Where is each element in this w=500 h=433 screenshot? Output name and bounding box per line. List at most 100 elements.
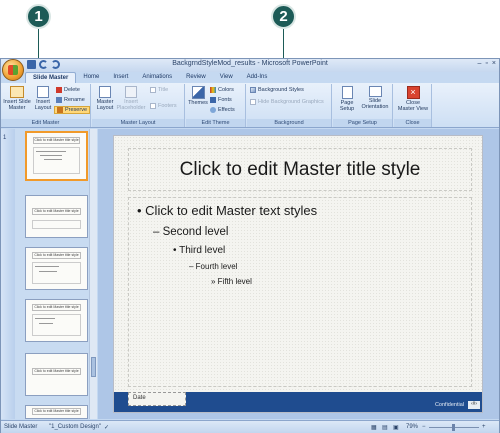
thumbnail-body bbox=[32, 262, 81, 284]
insert-placeholder-button[interactable]: Insert Placeholder bbox=[116, 86, 146, 111]
zoom-slider-handle[interactable] bbox=[452, 424, 455, 431]
background-styles-icon bbox=[250, 87, 256, 93]
checkbox-icon bbox=[150, 87, 156, 93]
fonts-button[interactable]: Fonts bbox=[210, 96, 232, 104]
slide-number-placeholder[interactable]: ‹#› bbox=[468, 401, 480, 409]
group-label-close: Close bbox=[394, 119, 431, 127]
group-label-master-layout: Master Layout bbox=[92, 119, 184, 127]
themes-button[interactable]: Themes bbox=[188, 86, 208, 106]
checkbox-icon bbox=[150, 103, 156, 109]
rename-button[interactable]: Rename bbox=[56, 96, 85, 104]
normal-view-icon[interactable]: ▦ bbox=[371, 424, 377, 431]
tab-slide-master[interactable]: Slide Master bbox=[25, 72, 77, 83]
layout-icon bbox=[37, 86, 49, 98]
delete-button[interactable]: Delete bbox=[56, 86, 80, 94]
master-layout-button[interactable]: Master Layout bbox=[94, 86, 116, 111]
text-level-5: » Fifth level bbox=[211, 277, 252, 286]
text-level-1: • Click to edit Master text styles bbox=[137, 203, 318, 218]
insert-layout-button[interactable]: Insert Layout bbox=[32, 86, 54, 111]
text-level-1-label: Click to edit Master text styles bbox=[145, 203, 318, 218]
tab-add-ins[interactable]: Add-Ins bbox=[240, 72, 275, 83]
zoom-level[interactable]: 79% bbox=[406, 424, 418, 430]
date-placeholder[interactable]: Date bbox=[128, 392, 186, 406]
thumbnail-scrollbar[interactable] bbox=[89, 129, 97, 419]
page-setup-icon bbox=[341, 86, 353, 99]
title-placeholder[interactable]: Click to edit Master title style bbox=[128, 148, 472, 191]
thumbnail-title: Click to edit Master title style bbox=[32, 368, 81, 375]
thumbnail-line bbox=[44, 159, 62, 160]
thumbnail-layout[interactable]: Click to edit Master title style bbox=[25, 247, 88, 290]
thumbnail-body bbox=[32, 220, 81, 229]
group-edit-theme: Themes Colors Fonts Effects Edit Theme bbox=[186, 84, 246, 127]
screenshot-root: 1 2 BackgrndStyleMod_results - Microsoft… bbox=[0, 0, 500, 433]
preserve-button[interactable]: Preserve bbox=[54, 106, 91, 114]
scrollbar-thumb[interactable] bbox=[91, 357, 96, 377]
text-level-3-label: Third level bbox=[179, 245, 226, 256]
thumbnail-title: Click to edit Master title style bbox=[32, 208, 81, 215]
group-label-edit-theme: Edit Theme bbox=[186, 119, 245, 127]
callout-2-badge: 2 bbox=[271, 4, 296, 29]
page-setup-button[interactable]: Page Setup bbox=[336, 86, 358, 112]
slide-master-canvas[interactable]: Click to edit Master title style • Click… bbox=[113, 135, 483, 413]
fonts-icon bbox=[210, 97, 216, 103]
insert-slide-master-button[interactable]: Insert Slide Master bbox=[3, 86, 31, 111]
close-master-view-button[interactable]: × Close Master View bbox=[397, 86, 429, 112]
zoom-in-button[interactable]: + bbox=[482, 424, 486, 430]
sorter-view-icon[interactable]: ▤ bbox=[382, 424, 388, 431]
slide-orientation-button[interactable]: Slide Orientation bbox=[360, 86, 390, 110]
thumbnail-title: Click to edit Master title style bbox=[32, 408, 81, 415]
thumbnail-layout[interactable]: Click to edit Master title style bbox=[25, 299, 88, 342]
group-label-page-setup: Page Setup bbox=[333, 119, 392, 127]
effects-icon bbox=[210, 107, 216, 113]
minimize-button[interactable]: – bbox=[478, 60, 482, 67]
effects-button[interactable]: Effects bbox=[210, 106, 235, 114]
maximize-button[interactable]: ▫ bbox=[485, 60, 487, 67]
footers-checkbox[interactable]: Footers bbox=[150, 102, 177, 110]
colors-button[interactable]: Colors bbox=[210, 86, 234, 94]
close-window-button[interactable]: × bbox=[492, 60, 496, 67]
text-level-2-label: Second level bbox=[162, 226, 229, 238]
status-mode: Slide Master bbox=[4, 424, 38, 430]
thumbnail-line bbox=[40, 155, 62, 156]
thumbnail-line bbox=[39, 271, 57, 272]
tab-animations[interactable]: Animations bbox=[135, 72, 179, 83]
close-icon: × bbox=[406, 86, 420, 99]
title-bar: BackgrndStyleMod_results - Microsoft Pow… bbox=[1, 59, 499, 72]
thumbnail-title: Click to edit Master title style bbox=[32, 252, 81, 259]
thumbnail-slide-master[interactable]: Click to edit Master title style bbox=[25, 131, 88, 181]
checkbox-icon bbox=[250, 99, 256, 105]
tab-home[interactable]: Home bbox=[76, 72, 106, 83]
hide-background-graphics-checkbox[interactable]: Hide Background Graphics bbox=[250, 98, 324, 106]
title-checkbox[interactable]: Title bbox=[150, 86, 168, 94]
themes-icon bbox=[191, 86, 205, 99]
footer-confidential: Confidential bbox=[434, 402, 464, 408]
thumbnail-gutter bbox=[1, 129, 15, 419]
ribbon: Insert Slide Master Insert Layout Delete… bbox=[1, 83, 499, 128]
tab-view[interactable]: View bbox=[213, 72, 240, 83]
ribbon-tabs: Slide Master Home Insert Animations Revi… bbox=[25, 72, 274, 83]
spellcheck-icon: ✓ bbox=[104, 425, 110, 431]
thumbnail-line bbox=[35, 266, 59, 267]
pin-icon bbox=[57, 107, 63, 113]
body-placeholder[interactable]: • Click to edit Master text styles – Sec… bbox=[128, 197, 472, 387]
background-styles-button[interactable]: Background Styles bbox=[250, 86, 304, 94]
tab-review[interactable]: Review bbox=[179, 72, 213, 83]
placeholder-icon bbox=[125, 86, 137, 98]
thumbnail-line bbox=[35, 318, 55, 319]
group-background: Background Styles Hide Background Graphi… bbox=[247, 84, 332, 127]
thumbnail-layout[interactable]: Click to edit Master title style bbox=[25, 405, 88, 419]
thumbnail-layout[interactable]: Click to edit Master title style bbox=[25, 195, 88, 238]
colors-icon bbox=[210, 87, 216, 93]
group-master-layout: Master Layout Insert Placeholder Title F… bbox=[92, 84, 185, 127]
tab-insert[interactable]: Insert bbox=[106, 72, 135, 83]
status-design-name: "1_Custom Design" bbox=[49, 424, 101, 430]
thumbnail-layout[interactable]: Click to edit Master title style bbox=[25, 353, 88, 396]
slide-editing-area: Click to edit Master title style • Click… bbox=[98, 129, 499, 419]
office-button[interactable] bbox=[2, 59, 24, 81]
thumbnail-number: 1 bbox=[3, 135, 7, 141]
slideshow-view-icon[interactable]: ▣ bbox=[393, 424, 399, 431]
text-level-4: – Fourth level bbox=[189, 262, 238, 271]
delete-icon bbox=[56, 87, 62, 93]
thumbnail-line bbox=[36, 151, 66, 152]
zoom-out-button[interactable]: − bbox=[422, 424, 426, 430]
